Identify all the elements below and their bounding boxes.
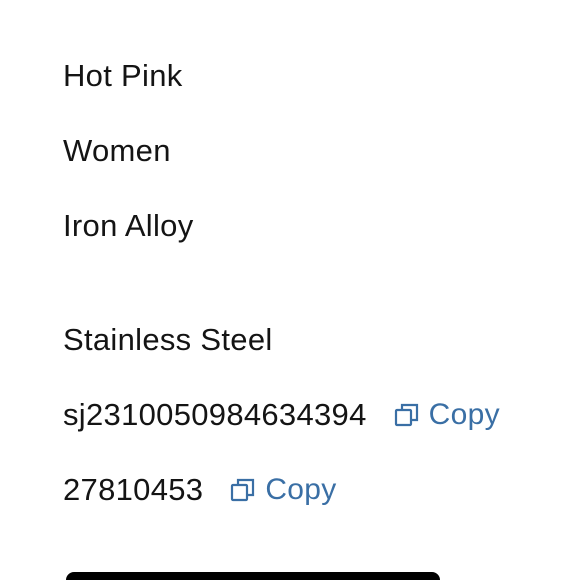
detail-color: Hot Pink xyxy=(63,56,183,96)
bottom-action-bar[interactable] xyxy=(66,572,440,580)
sku-value: sj2310050984634394 xyxy=(63,397,367,432)
copy-goods-id-button[interactable]: Copy xyxy=(229,473,336,507)
detail-gender: Women xyxy=(63,131,171,171)
detail-goods-id: 27810453 Copy xyxy=(63,470,337,510)
copy-icon xyxy=(229,476,257,504)
detail-sku: sj2310050984634394 Copy xyxy=(63,395,500,435)
copy-sku-label: Copy xyxy=(428,398,500,431)
gender-value: Women xyxy=(63,133,171,168)
color-value: Hot Pink xyxy=(63,58,183,93)
material-value: Iron Alloy xyxy=(63,208,194,243)
copy-goods-id-label: Copy xyxy=(265,473,337,506)
detail-material: Iron Alloy xyxy=(63,206,194,246)
detail-metal: Stainless Steel xyxy=(63,320,273,360)
copy-sku-button[interactable]: Copy xyxy=(393,398,500,432)
copy-icon xyxy=(393,401,421,429)
metal-value: Stainless Steel xyxy=(63,322,273,357)
goods-id-value: 27810453 xyxy=(63,472,204,507)
